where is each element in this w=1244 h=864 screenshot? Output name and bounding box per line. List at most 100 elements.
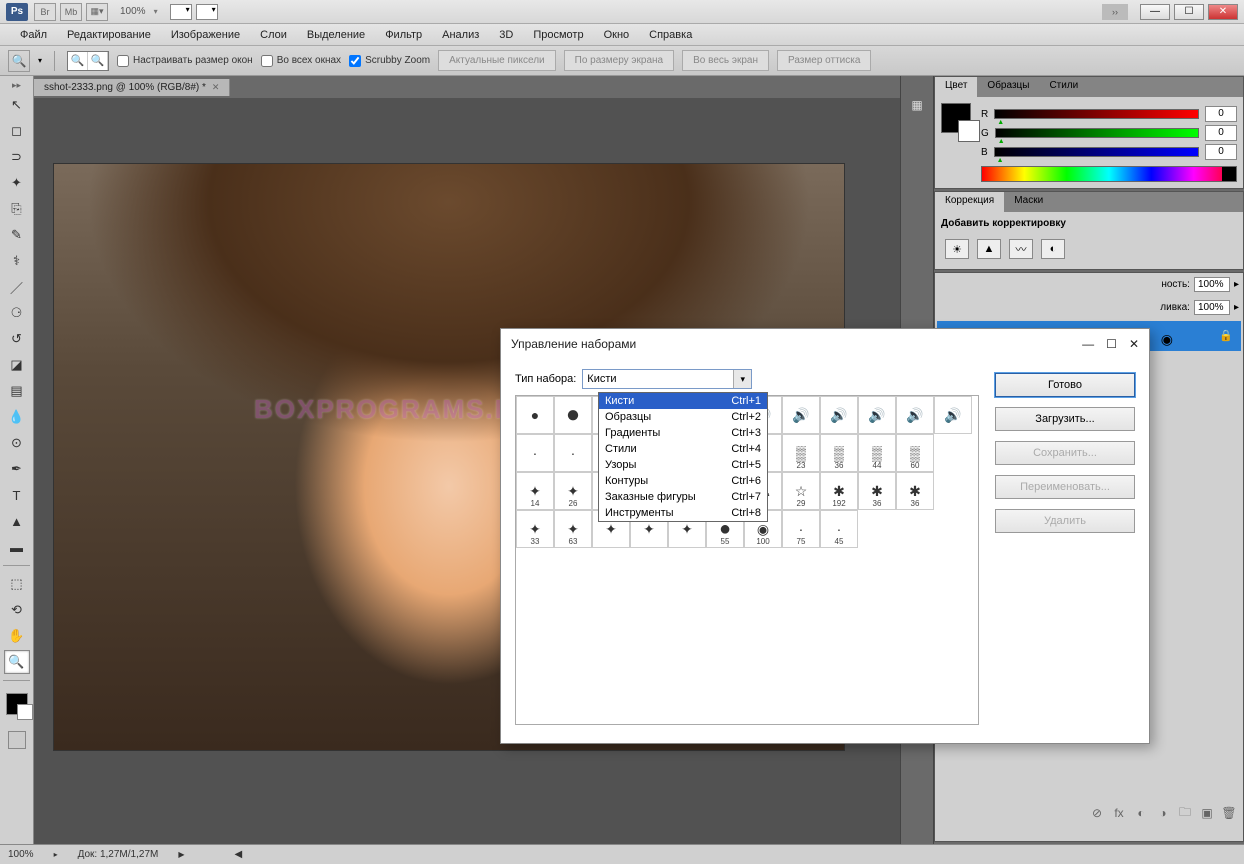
tab-swatches[interactable]: Образцы (977, 77, 1039, 97)
close-button[interactable]: ✕ (1208, 4, 1238, 20)
zoom-tool-icon[interactable]: 🔍 (8, 50, 30, 72)
zoom-out-icon[interactable]: 🔍 (88, 52, 108, 70)
path-select-tool[interactable]: ▲ (4, 509, 30, 533)
dropdown-item[interactable]: УзорыCtrl+5 (599, 457, 767, 473)
menu-analysis[interactable]: Анализ (432, 26, 489, 44)
menu-help[interactable]: Справка (639, 26, 702, 44)
resize-windows-checkbox[interactable]: Настраивать размер окон (117, 55, 253, 67)
brightness-adjustment-icon[interactable]: ☀ (945, 239, 969, 259)
history-brush-tool[interactable]: ↺ (4, 327, 30, 351)
dropdown-item[interactable]: КонтурыCtrl+6 (599, 473, 767, 489)
blur-tool[interactable]: 💧 (4, 405, 30, 429)
lasso-tool[interactable]: ⊃ (4, 145, 30, 169)
tab-adjustments[interactable]: Коррекция (935, 192, 1004, 212)
dropdown-item[interactable]: ГрадиентыCtrl+3 (599, 425, 767, 441)
save-button[interactable]: Сохранить... (995, 441, 1135, 465)
b-slider[interactable] (994, 147, 1199, 157)
dodge-tool[interactable]: ⊙ (4, 431, 30, 455)
menu-3d[interactable]: 3D (489, 26, 523, 44)
b-value[interactable]: 0 (1205, 144, 1237, 160)
dropdown-item[interactable]: ИнструментыCtrl+8 (599, 505, 767, 521)
opacity-input[interactable]: 100% (1194, 277, 1230, 292)
eyedropper-tool[interactable]: ✎ (4, 223, 30, 247)
combo-arrow-icon[interactable]: ▾ (733, 370, 751, 388)
gradient-tool[interactable]: ▤ (4, 379, 30, 403)
dialog-titlebar[interactable]: Управление наборами — ☐ ✕ (501, 329, 1149, 359)
wand-tool[interactable]: ✦ (4, 171, 30, 195)
dropdown-item[interactable]: СтилиCtrl+4 (599, 441, 767, 457)
hand-tool[interactable]: ✋ (4, 624, 30, 648)
quick-mask-icon[interactable] (8, 731, 26, 749)
eraser-tool[interactable]: ◪ (4, 353, 30, 377)
preset-type-combo[interactable]: Кисти ▾ (582, 369, 752, 389)
marquee-tool[interactable]: ◻ (4, 119, 30, 143)
dialog-minimize-icon[interactable]: — (1082, 337, 1094, 351)
pen-tool[interactable]: ✒ (4, 457, 30, 481)
3d-camera-tool[interactable]: ⟲ (4, 598, 30, 622)
arrange-dropdown-1[interactable] (170, 4, 192, 20)
fx-icon[interactable]: fx (1112, 806, 1126, 820)
dropdown-item[interactable]: ОбразцыCtrl+2 (599, 409, 767, 425)
dialog-close-icon[interactable]: ✕ (1129, 337, 1139, 351)
fit-screen-button[interactable]: По размеру экрана (564, 50, 674, 71)
panel-expand-icon[interactable]: ›› (1102, 4, 1128, 20)
menu-select[interactable]: Выделение (297, 26, 375, 44)
mb-button[interactable]: Mb (60, 3, 82, 21)
menu-view[interactable]: Просмотр (523, 26, 593, 44)
menu-image[interactable]: Изображение (161, 26, 250, 44)
dropdown-item[interactable]: Заказные фигурыCtrl+7 (599, 489, 767, 505)
minimize-button[interactable]: — (1140, 4, 1170, 20)
document-tab-close-icon[interactable]: ✕ (212, 82, 220, 93)
r-value[interactable]: 0 (1205, 106, 1237, 122)
link-icon[interactable]: ⊘ (1090, 806, 1104, 820)
adjustment-layer-icon[interactable]: ◑ (1156, 806, 1170, 820)
menu-edit[interactable]: Редактирование (57, 26, 161, 44)
screen-mode-dropdown[interactable]: ▦▾ (86, 3, 108, 21)
g-value[interactable]: 0 (1205, 125, 1237, 141)
dialog-maximize-icon[interactable]: ☐ (1106, 337, 1117, 351)
flyout-menu-icon[interactable]: ◉ (1161, 331, 1173, 348)
crop-tool[interactable]: ⎘ (4, 197, 30, 221)
tab-color[interactable]: Цвет (935, 77, 977, 97)
dropdown-item[interactable]: КистиCtrl+1 (599, 393, 767, 409)
arrange-dropdown-2[interactable] (196, 4, 218, 20)
tab-styles[interactable]: Стили (1039, 77, 1088, 97)
panel-color-swatch[interactable] (941, 103, 971, 133)
healing-tool[interactable]: ⚕ (4, 249, 30, 273)
curves-adjustment-icon[interactable]: 〰 (1009, 239, 1033, 259)
move-tool[interactable]: ↖ (4, 93, 30, 117)
maximize-button[interactable]: ☐ (1174, 4, 1204, 20)
menu-filter[interactable]: Фильтр (375, 26, 432, 44)
fill-input[interactable]: 100% (1194, 300, 1230, 315)
fill-screen-button[interactable]: Во весь экран (682, 50, 769, 71)
shape-tool[interactable]: ▬ (4, 535, 30, 559)
exposure-adjustment-icon[interactable]: ◐ (1041, 239, 1065, 259)
levels-adjustment-icon[interactable]: ▲ (977, 239, 1001, 259)
done-button[interactable]: Готово (995, 373, 1135, 397)
type-tool[interactable]: T (4, 483, 30, 507)
print-size-button[interactable]: Размер оттиска (777, 50, 871, 71)
g-slider[interactable] (995, 128, 1199, 138)
mask-icon[interactable]: ◐ (1134, 806, 1148, 820)
zoom-in-out-group[interactable]: 🔍 🔍 (67, 51, 109, 71)
rename-button[interactable]: Переименовать... (995, 475, 1135, 499)
stamp-tool[interactable]: ⚆ (4, 301, 30, 325)
menu-window[interactable]: Окно (594, 26, 640, 44)
zoom-tool[interactable]: 🔍 (4, 650, 30, 674)
tab-masks[interactable]: Маски (1004, 192, 1053, 212)
scrubby-zoom-checkbox[interactable]: Scrubby Zoom (349, 55, 430, 67)
new-layer-icon[interactable]: ▣ (1200, 806, 1214, 820)
trash-icon[interactable]: 🗑 (1222, 806, 1236, 820)
collapsed-panel-icon[interactable]: ▦ (906, 96, 928, 114)
menu-file[interactable]: Файл (10, 26, 57, 44)
3d-tool[interactable]: ⬚ (4, 572, 30, 596)
load-button[interactable]: Загрузить... (995, 407, 1135, 431)
menu-layer[interactable]: Слои (250, 26, 297, 44)
spectrum-bar[interactable] (981, 166, 1237, 182)
br-button[interactable]: Br (34, 3, 56, 21)
brush-tool[interactable]: ／ (4, 275, 30, 299)
document-tab[interactable]: sshot-2333.png @ 100% (RGB/8#) * ✕ (34, 79, 230, 96)
folder-icon[interactable]: 🗀 (1178, 806, 1192, 820)
foreground-color-swatch[interactable] (6, 693, 28, 715)
all-windows-checkbox[interactable]: Во всех окнах (261, 55, 341, 67)
